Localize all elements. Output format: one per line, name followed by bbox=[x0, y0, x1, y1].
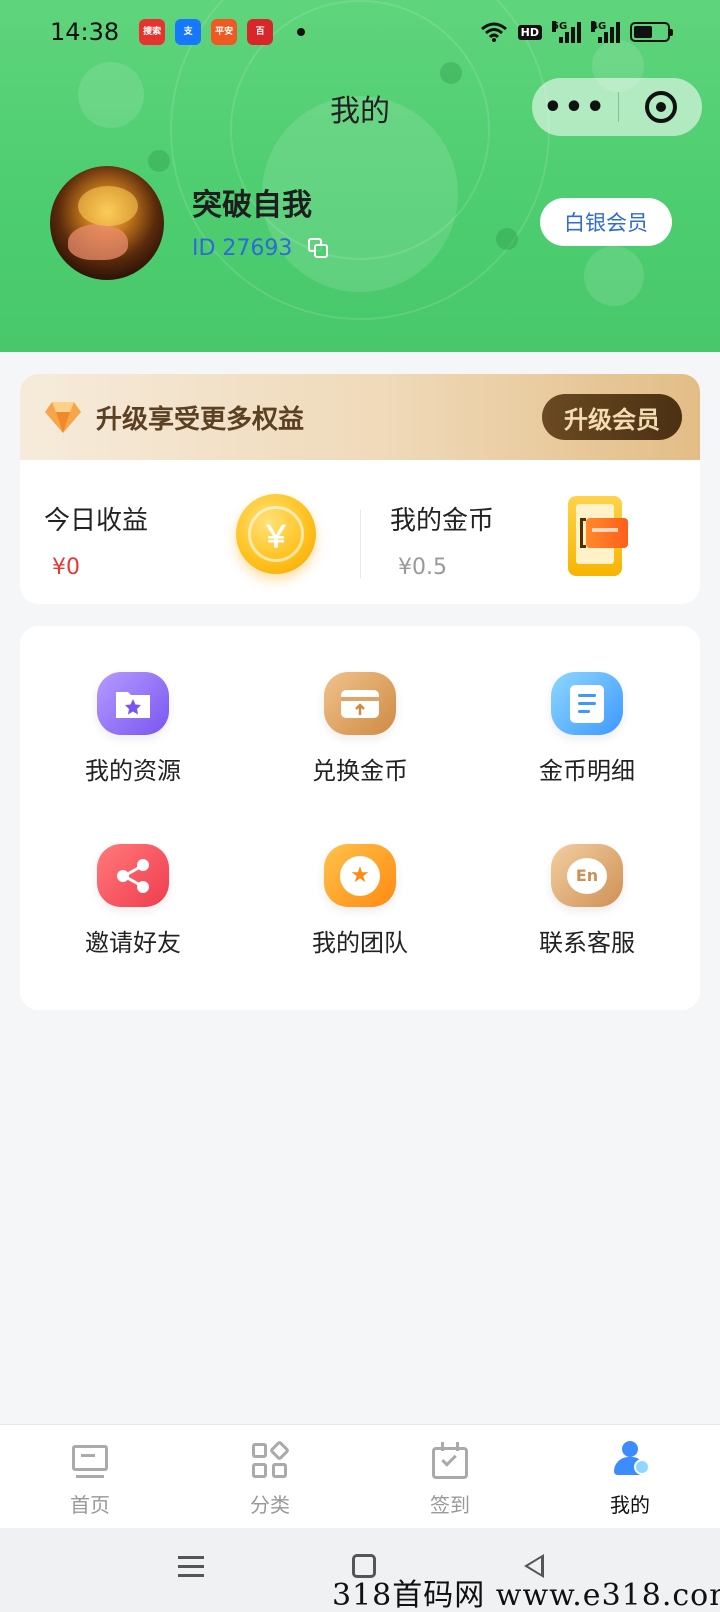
feature-coin-details[interactable]: 金币明细 bbox=[474, 626, 700, 786]
tab-label: 分类 bbox=[250, 1493, 290, 1517]
my-coins-label: 我的金币 bbox=[390, 506, 495, 536]
member-level-badge[interactable]: 白银会员 bbox=[540, 198, 672, 246]
feature-exchange-coins[interactable]: 兑换金币 bbox=[247, 626, 473, 786]
status-indicators: HD 5G 4G bbox=[480, 21, 673, 43]
sohu-app-icon: 搜索 bbox=[139, 19, 166, 45]
grid-category-icon bbox=[250, 1439, 291, 1481]
user-profile-icon bbox=[610, 1441, 650, 1481]
header-decor-blob bbox=[584, 246, 644, 306]
signal-4g-label: 4G bbox=[591, 21, 607, 32]
feature-label: 金币明细 bbox=[539, 757, 635, 785]
tab-label: 首页 bbox=[70, 1493, 110, 1517]
header-decor-dot bbox=[496, 228, 518, 250]
tab-home[interactable]: 首页 bbox=[0, 1425, 180, 1528]
wallet-phone-icon bbox=[568, 496, 628, 576]
tab-category[interactable]: 分类 bbox=[180, 1425, 360, 1528]
vip-banner[interactable]: 升级享受更多权益 升级会员 bbox=[20, 374, 700, 460]
share-icon bbox=[97, 844, 169, 907]
tab-label: 我的 bbox=[610, 1493, 650, 1517]
header-decor-dot bbox=[440, 62, 462, 84]
hd-badge: HD bbox=[517, 24, 542, 40]
feature-label: 邀请好友 bbox=[85, 929, 181, 957]
upgrade-member-button[interactable]: 升级会员 bbox=[542, 394, 682, 440]
watermark: 318首码网 www.e318.com bbox=[332, 1578, 720, 1612]
today-earnings-label: 今日收益 bbox=[44, 506, 149, 536]
copy-icon[interactable] bbox=[308, 237, 330, 260]
tab-checkin[interactable]: 签到 bbox=[360, 1425, 540, 1528]
yuan-coin-symbol: ￥ bbox=[248, 506, 304, 562]
feature-invite-friends[interactable]: 邀请好友 bbox=[20, 798, 246, 958]
recent-apps-button[interactable] bbox=[178, 1556, 204, 1578]
yuan-coin-icon: ￥ bbox=[236, 494, 316, 574]
feature-my-resources[interactable]: 我的资源 bbox=[20, 626, 246, 786]
signal-5g-label: 5G bbox=[552, 21, 568, 32]
wifi-icon bbox=[480, 22, 507, 42]
username: 突破自我 bbox=[192, 188, 312, 223]
medal-icon: ★ bbox=[324, 844, 396, 907]
tab-mine[interactable]: 我的 bbox=[540, 1425, 720, 1528]
signal-5g-icon: 5G bbox=[552, 21, 581, 43]
user-id: ID 27693 bbox=[192, 236, 293, 261]
notification-dot-icon bbox=[297, 28, 306, 36]
pingan-app-icon: 平安 bbox=[211, 19, 238, 45]
target-close-icon bbox=[644, 91, 677, 123]
service-glyph: En bbox=[567, 857, 607, 894]
profile-header: 14:38 搜索 支 平安 百 HD 5G 4G 我的 ••• 突破自我 ID … bbox=[0, 0, 720, 352]
signal-4g-icon: 4G bbox=[591, 21, 620, 43]
feature-contact-service[interactable]: En 联系客服 bbox=[474, 798, 700, 958]
feature-label: 我的团队 bbox=[312, 929, 408, 957]
status-bar: 14:38 搜索 支 平安 百 HD 5G 4G bbox=[0, 0, 720, 64]
my-coins[interactable]: 我的金币 ¥0.5 bbox=[390, 500, 494, 580]
tab-label: 签到 bbox=[430, 1493, 470, 1517]
feature-label: 兑换金币 bbox=[312, 757, 408, 785]
more-menu-button[interactable]: ••• bbox=[532, 78, 618, 136]
battery-icon bbox=[630, 22, 673, 42]
feature-label: 我的资源 bbox=[85, 757, 181, 785]
earnings-divider bbox=[360, 510, 361, 578]
diamond-icon bbox=[45, 402, 81, 433]
close-miniapp-button[interactable] bbox=[619, 78, 702, 136]
feature-my-team[interactable]: ★ 我的团队 bbox=[247, 798, 473, 958]
today-earnings-value: ¥0 bbox=[52, 555, 80, 580]
alipay-app-icon: 支 bbox=[175, 19, 202, 45]
feature-label: 联系客服 bbox=[539, 929, 635, 957]
chat-bubble-icon: En bbox=[551, 844, 623, 907]
calendar-check-icon bbox=[430, 1441, 470, 1481]
monitor-home-icon bbox=[70, 1441, 110, 1481]
header-decor-dot bbox=[148, 150, 170, 172]
scroll-list-icon bbox=[551, 672, 623, 735]
folder-star-icon bbox=[97, 672, 169, 735]
card-upload-icon bbox=[324, 672, 396, 735]
feature-grid: 我的资源 兑换金币 金币明细 邀请好友 ★ 我的团队 En 联系客服 bbox=[20, 626, 700, 1010]
user-id-row: ID 27693 bbox=[192, 236, 330, 261]
baixing-app-icon: 百 bbox=[247, 19, 274, 45]
today-earnings[interactable]: 今日收益 ¥0 bbox=[44, 500, 148, 580]
miniapp-capsule: ••• bbox=[532, 78, 702, 136]
avatar[interactable] bbox=[50, 166, 164, 280]
status-time: 14:38 bbox=[50, 18, 120, 46]
my-coins-value: ¥0.5 bbox=[398, 555, 447, 580]
status-app-icons: 搜索 支 平安 百 bbox=[139, 19, 306, 45]
vip-banner-text: 升级享受更多权益 bbox=[96, 404, 305, 435]
bottom-tab-bar: 首页 分类 签到 我的 bbox=[0, 1424, 720, 1528]
